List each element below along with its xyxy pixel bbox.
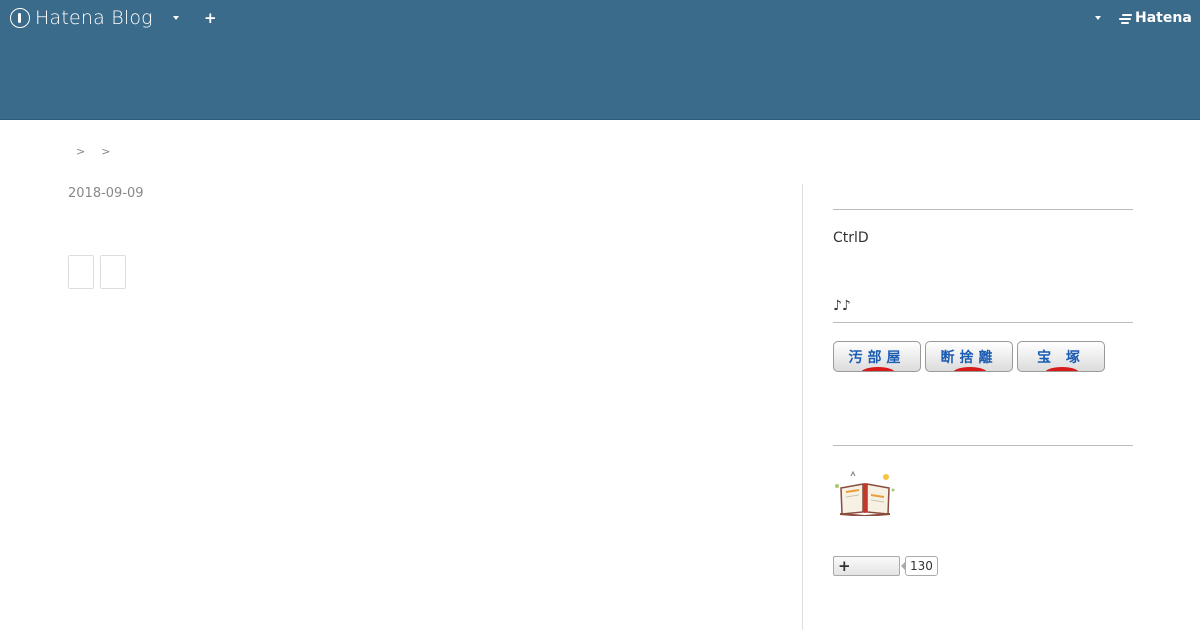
hatena-label: Hatena — [1135, 10, 1192, 26]
entry-date[interactable]: 2018-09-09 — [68, 186, 144, 201]
badge-accent — [860, 367, 896, 371]
sidebar-divider — [833, 322, 1133, 323]
hatena-logo[interactable]: Hatena — [1118, 10, 1192, 26]
plus-icon: + — [838, 557, 851, 575]
badge-label: 断捨離 — [940, 350, 998, 366]
badge-accent — [1044, 367, 1080, 371]
badge-label: 汚部屋 — [848, 350, 906, 366]
breadcrumb-separator: > — [76, 145, 86, 158]
breadcrumb-separator: > — [101, 145, 111, 158]
hatena-blog-logo[interactable]: Hatena Blog — [10, 7, 153, 29]
badge-label: 宝 塚 — [1037, 350, 1085, 366]
hatena-blog-mark-icon — [10, 8, 30, 28]
profile-name[interactable]: CtrlD — [833, 230, 869, 246]
sidebar-divider — [833, 445, 1133, 446]
chevron-down-icon[interactable] — [173, 16, 179, 20]
hatena-wave-icon — [1118, 12, 1132, 24]
open-book-image — [833, 470, 897, 518]
column-divider — [802, 184, 803, 630]
book-icon — [835, 470, 895, 518]
category-badge[interactable]: 断捨離 — [925, 341, 1013, 372]
global-header: Hatena Blog + Hatena — [0, 0, 1200, 120]
subscribe-button[interactable]: + — [833, 556, 900, 576]
badge-accent — [952, 367, 988, 371]
category-badge[interactable]: 宝 塚 — [1017, 341, 1105, 372]
breadcrumb: > > — [76, 145, 110, 158]
share-button[interactable] — [68, 255, 94, 289]
chevron-down-icon[interactable] — [1095, 16, 1101, 20]
sidebar-divider — [833, 209, 1133, 210]
share-button[interactable] — [100, 255, 126, 289]
brand-name: Hatena Blog — [35, 7, 153, 29]
subscriber-count: 130 — [901, 556, 938, 576]
profile-description: ♪♪ — [833, 298, 851, 314]
category-badge[interactable]: 汚部屋 — [833, 341, 921, 372]
plus-icon[interactable]: + — [204, 11, 217, 26]
